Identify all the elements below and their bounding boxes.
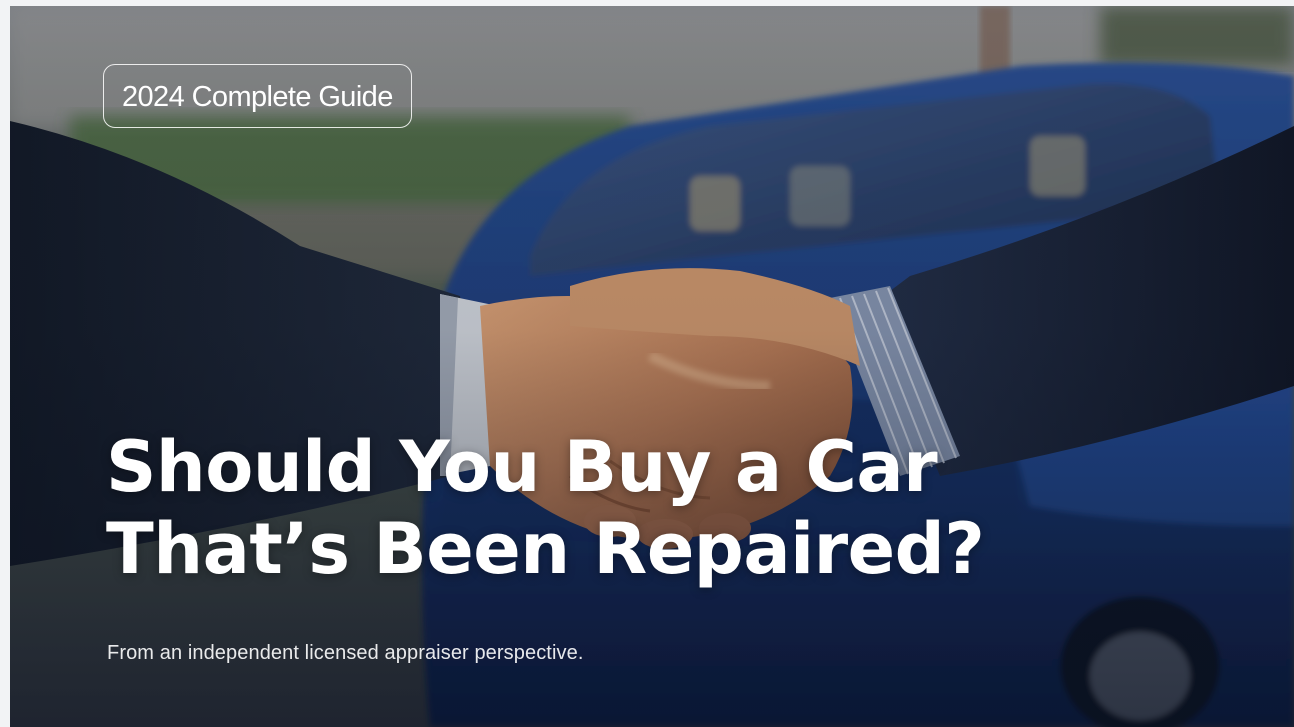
hero-subtitle: From an independent licensed appraiser p… [107,642,584,664]
hero-title: Should You Buy a Car That’s Been Repaire… [106,426,985,590]
hero-title-line-2: That’s Been Repaired? [106,508,985,590]
hero-title-line-1: Should You Buy a Car [106,426,938,508]
guide-badge: 2024 Complete Guide [103,64,412,128]
hero-banner: 2024 Complete Guide Should You Buy a Car… [10,6,1294,727]
